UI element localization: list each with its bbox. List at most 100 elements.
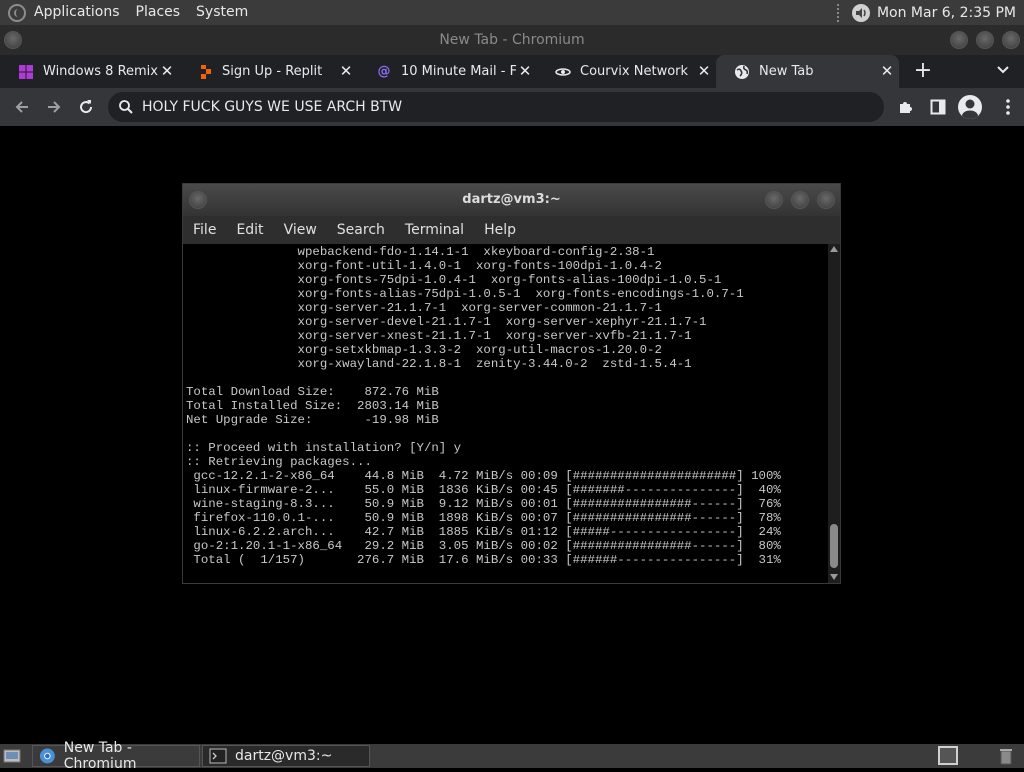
- close-icon[interactable]: ✕: [159, 63, 175, 79]
- tab-title: Windows 8 Remix: [43, 64, 158, 79]
- terminal-menu-bar: File Edit View Search Terminal Help: [183, 216, 840, 244]
- terminal-line: Net Upgrade Size: -19.98 MiB: [186, 413, 439, 427]
- terminal-line: xorg-server-xnest-21.1.7-1 xorg-server-x…: [186, 329, 692, 343]
- terminal-icon: [209, 748, 227, 764]
- scrollbar-thumb[interactable]: [830, 524, 838, 568]
- terminal-line: linux-6.2.2.arch... 42.7 MiB 1885 KiB/s …: [186, 525, 781, 539]
- terminal-line: :: Retrieving packages...: [186, 455, 372, 469]
- extensions-button[interactable]: [892, 93, 920, 121]
- terminal-title-bar[interactable]: dartz@vm3:~: [183, 184, 840, 216]
- tab-title: Courvix Network: [580, 64, 689, 79]
- address-bar[interactable]: HOLY FUCK GUYS WE USE ARCH BTW: [108, 92, 884, 122]
- panel-handle[interactable]: [836, 3, 843, 22]
- show-desktop-icon[interactable]: [2, 746, 22, 766]
- close-icon[interactable]: ✕: [696, 63, 712, 79]
- terminal-line: xorg-server-21.1.7-1 xorg-server-common-…: [186, 301, 662, 315]
- top-panel: Applications Places System Mon Mar 6, 2:…: [0, 0, 1024, 25]
- menu-view[interactable]: View: [274, 222, 327, 238]
- trash-icon[interactable]: [996, 746, 1016, 766]
- bottom-panel: New Tab - Chromium dartz@vm3:~: [0, 740, 1024, 772]
- browser-title-bar[interactable]: New Tab - Chromium: [0, 25, 1024, 55]
- places-menu[interactable]: Places: [128, 0, 189, 25]
- system-menu[interactable]: System: [188, 0, 256, 25]
- clock[interactable]: Mon Mar 6, 2:35 PM: [877, 5, 1020, 21]
- close-icon[interactable]: ✕: [517, 63, 533, 79]
- scroll-down-icon[interactable]: [830, 574, 838, 580]
- forward-button[interactable]: [40, 93, 68, 121]
- terminal-line: wine-staging-8.3... 50.9 MiB 9.12 MiB/s …: [186, 497, 781, 511]
- taskbar-label: New Tab - Chromium: [63, 740, 137, 772]
- window-menu-button[interactable]: [189, 191, 207, 209]
- minimize-button[interactable]: [765, 191, 783, 209]
- browser-window-title: New Tab - Chromium: [439, 32, 585, 48]
- reload-button[interactable]: [72, 93, 100, 121]
- courvix-logo-icon: [555, 64, 571, 80]
- browser-toolbar: HOLY FUCK GUYS WE USE ARCH BTW: [0, 88, 1024, 126]
- tab-strip: Windows 8 Remix ✕ Sign Up - Replit ✕ @ 1…: [0, 55, 1024, 88]
- terminal-line: xorg-fonts-75dpi-1.0.4-1 xorg-fonts-alia…: [186, 273, 722, 287]
- side-panel-button[interactable]: [924, 93, 952, 121]
- tab-new-tab[interactable]: New Tab ✕: [716, 55, 899, 88]
- tab-windows-8-remix[interactable]: Windows 8 Remix ✕: [0, 55, 179, 88]
- tab-sign-up-replit[interactable]: Sign Up - Replit ✕: [179, 55, 358, 88]
- volume-icon[interactable]: [851, 3, 871, 23]
- close-window-button[interactable]: [817, 191, 835, 209]
- window-menu-button[interactable]: [4, 31, 22, 49]
- tab-10-minute-mail[interactable]: @ 10 Minute Mail - Free ✕: [358, 55, 537, 88]
- search-icon: [119, 100, 133, 114]
- terminal-line: gcc-12.2.1-2-x86_64 44.8 MiB 4.72 MiB/s …: [186, 469, 781, 483]
- close-icon[interactable]: ✕: [879, 63, 895, 79]
- terminal-line: firefox-110.0.1-... 50.9 MiB 1898 KiB/s …: [186, 511, 781, 525]
- terminal-line: Total Download Size: 872.76 MiB: [186, 385, 439, 399]
- terminal-line: Total Installed Size: 2803.14 MiB: [186, 399, 439, 413]
- terminal-window: dartz@vm3:~ File Edit View Search Termin…: [182, 183, 841, 584]
- more-menu-icon[interactable]: [994, 93, 1022, 121]
- maximize-button[interactable]: [791, 191, 809, 209]
- profile-avatar[interactable]: [958, 95, 982, 119]
- globe-icon: [734, 64, 750, 80]
- taskbar-chromium[interactable]: New Tab - Chromium: [32, 740, 200, 772]
- terminal-line: linux-firmware-2... 55.0 MiB 1836 KiB/s …: [186, 483, 781, 497]
- tab-title: New Tab: [759, 64, 814, 79]
- applications-menu[interactable]: Applications: [26, 0, 128, 25]
- menu-file[interactable]: File: [183, 222, 226, 238]
- chevron-down-icon[interactable]: [990, 59, 1016, 85]
- back-button[interactable]: [8, 93, 36, 121]
- terminal-line: xorg-fonts-alias-75dpi-1.0.5-1 xorg-font…: [186, 287, 744, 301]
- distro-logo-icon[interactable]: [8, 3, 26, 22]
- terminal-line: xorg-setxkbmap-1.3.3-2 xorg-util-macros-…: [186, 343, 662, 357]
- terminal-output[interactable]: wpebackend-fdo-1.14.1-1 xkeyboard-config…: [183, 244, 828, 583]
- windows-logo-icon: [18, 64, 34, 80]
- terminal-text: wpebackend-fdo-1.14.1-1 xkeyboard-config…: [186, 245, 781, 567]
- terminal-line: xorg-font-util-1.4.0-1 xorg-fonts-100dpi…: [186, 259, 662, 273]
- tab-title: 10 Minute Mail - Free: [401, 64, 516, 79]
- menu-search[interactable]: Search: [327, 222, 395, 238]
- taskbar-label: dartz@vm3:~: [235, 748, 333, 764]
- terminal-line: :: Proceed with installation? [Y/n] y: [186, 441, 462, 455]
- maximize-button[interactable]: [976, 31, 994, 49]
- scroll-up-icon[interactable]: [830, 246, 838, 252]
- address-bar-text[interactable]: HOLY FUCK GUYS WE USE ARCH BTW: [142, 92, 402, 122]
- menu-terminal[interactable]: Terminal: [395, 222, 474, 238]
- at-sign-icon: @: [377, 64, 391, 79]
- workspace-switcher[interactable]: [938, 746, 958, 765]
- menu-edit[interactable]: Edit: [226, 222, 273, 238]
- close-icon[interactable]: ✕: [338, 63, 354, 79]
- terminal-line: xorg-server-devel-21.1.7-1 xorg-server-x…: [186, 315, 707, 329]
- new-tab-button[interactable]: +: [910, 59, 936, 85]
- terminal-line: wpebackend-fdo-1.14.1-1 xkeyboard-config…: [186, 245, 655, 259]
- terminal-line: go-2:1.20.1-1-x86_64 29.2 MiB 3.05 MiB/s…: [186, 539, 781, 553]
- terminal-scrollbar[interactable]: [828, 244, 840, 583]
- tab-title: Sign Up - Replit: [222, 64, 323, 79]
- terminal-line: xorg-xwayland-22.1.8-1 zenity-3.44.0-2 z…: [186, 357, 692, 371]
- minimize-button[interactable]: [950, 31, 968, 49]
- close-window-button[interactable]: [1002, 31, 1020, 49]
- terminal-line: Total ( 1/157) 276.7 MiB 17.6 MiB/s 00:3…: [186, 553, 781, 567]
- replit-logo-icon: [197, 64, 213, 80]
- menu-help[interactable]: Help: [474, 222, 526, 238]
- taskbar-terminal[interactable]: dartz@vm3:~: [202, 745, 370, 767]
- tab-courvix-network[interactable]: Courvix Network ✕: [537, 55, 716, 88]
- terminal-title: dartz@vm3:~: [462, 192, 561, 207]
